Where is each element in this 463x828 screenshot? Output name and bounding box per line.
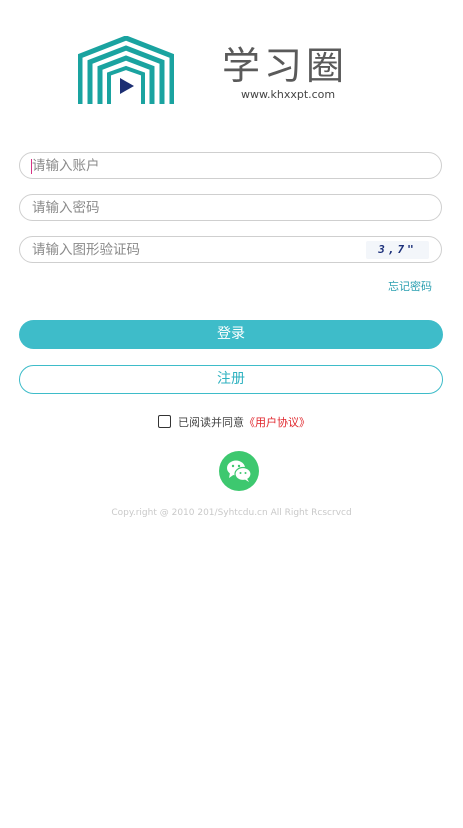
captcha-image[interactable]: 3,7" <box>366 241 429 259</box>
wechat-icon <box>227 460 252 482</box>
brand-title: 学习圈 <box>222 44 349 88</box>
user-agreement-link[interactable]: 《用户协议》 <box>244 416 310 429</box>
account-field[interactable] <box>19 152 442 179</box>
app-logo: 学习圈 www.khxxpt.com <box>78 36 348 106</box>
captcha-text: 3,7" <box>378 243 417 256</box>
forgot-password-link[interactable]: 忘记密码 <box>388 278 432 294</box>
brand-url: www.khxxpt.com <box>241 88 336 101</box>
agreement-text: 已阅读并同意《用户协议》 <box>178 416 310 430</box>
copyright-text: Copy.right @ 2010 201/Syhtcdu.cn All Rig… <box>111 508 352 518</box>
register-button[interactable]: 注册 <box>19 365 443 394</box>
wechat-login-button[interactable] <box>219 451 259 491</box>
captcha-field[interactable]: 3,7" <box>19 236 442 263</box>
account-input[interactable] <box>32 153 362 178</box>
password-input[interactable] <box>32 195 362 220</box>
password-field[interactable] <box>19 194 442 221</box>
captcha-input[interactable] <box>32 237 362 262</box>
logo-mark-icon <box>78 36 174 104</box>
login-button[interactable]: 登录 <box>19 320 443 349</box>
agreement-checkbox[interactable] <box>158 415 171 428</box>
agreement-prefix: 已阅读并同意 <box>178 416 244 429</box>
